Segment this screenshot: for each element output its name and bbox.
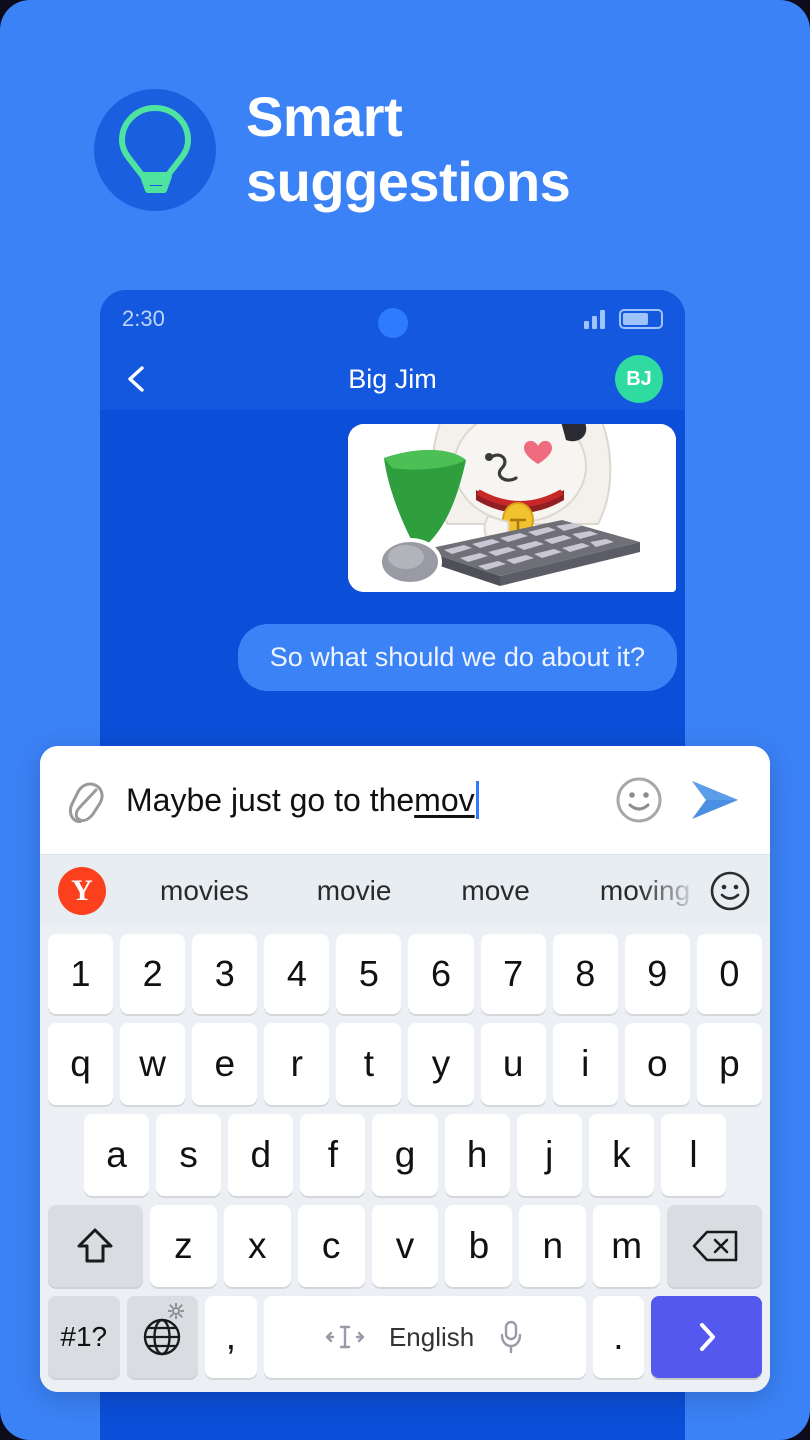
key-i[interactable]: i [552, 1023, 618, 1105]
key-m[interactable]: m [593, 1205, 661, 1287]
key-1[interactable]: 1 [48, 934, 114, 1014]
send-arrow-icon[interactable] [688, 777, 744, 823]
keyboard-row-home: a s d f g h j k l [46, 1114, 764, 1196]
suggestion-item[interactable]: movie [307, 875, 402, 907]
key-k[interactable]: k [588, 1114, 654, 1196]
keyboard-row-function: #1? , English . [46, 1296, 764, 1378]
status-icons [584, 309, 663, 329]
battery-icon [619, 309, 663, 329]
chat-messages: So what should we do about it? [100, 410, 685, 691]
comma-key[interactable]: , [205, 1296, 257, 1378]
chat-contact-name: Big Jim [348, 363, 437, 394]
key-9[interactable]: 9 [624, 934, 690, 1014]
cat-typing-sticker-art [348, 424, 676, 592]
microphone-icon [501, 1320, 522, 1354]
status-bar: 2:30 [100, 290, 685, 348]
key-n[interactable]: n [519, 1205, 587, 1287]
key-z[interactable]: z [149, 1205, 217, 1287]
key-s[interactable]: s [156, 1114, 222, 1196]
key-5[interactable]: 5 [336, 934, 402, 1014]
key-j[interactable]: j [516, 1114, 582, 1196]
backspace-icon [692, 1230, 737, 1262]
message-composing-text: mov [414, 781, 475, 818]
text-caret [475, 781, 479, 819]
key-v[interactable]: v [371, 1205, 439, 1287]
avatar[interactable]: BJ [615, 355, 663, 403]
key-r[interactable]: r [264, 1023, 330, 1105]
enter-chevron-icon [699, 1323, 715, 1351]
paperclip-icon[interactable] [66, 777, 106, 823]
key-q[interactable]: q [48, 1023, 114, 1105]
message-committed-text: Maybe just go to the [126, 781, 415, 818]
gear-icon [168, 1303, 185, 1319]
keyboard-keys: 1 2 3 4 5 6 7 8 9 0 q w e r t y u i o p … [40, 926, 770, 1392]
key-b[interactable]: b [445, 1205, 513, 1287]
shift-arrow-icon [77, 1228, 113, 1263]
cursor-move-icon [325, 1325, 365, 1349]
suggestion-bar: Y movies movie move moving [40, 854, 770, 926]
lightbulb-badge [94, 88, 216, 211]
key-u[interactable]: u [480, 1023, 546, 1105]
key-a[interactable]: a [84, 1114, 150, 1196]
back-chevron-icon[interactable] [122, 364, 152, 394]
keyboard-row-top: q w e r t y u i o p [46, 1023, 764, 1105]
promo-title: Smart suggestions [246, 85, 571, 213]
lightbulb-icon [119, 104, 191, 193]
key-x[interactable]: x [223, 1205, 291, 1287]
language-globe-key[interactable] [126, 1296, 199, 1378]
space-key[interactable]: English [263, 1296, 586, 1378]
promo-header: Smart suggestions [94, 85, 571, 215]
key-8[interactable]: 8 [552, 934, 618, 1014]
key-l[interactable]: l [660, 1114, 726, 1196]
key-0[interactable]: 0 [696, 934, 762, 1014]
key-h[interactable]: h [444, 1114, 510, 1196]
period-key[interactable]: . [592, 1296, 645, 1378]
smiley-icon[interactable] [614, 775, 664, 825]
suggestion-item[interactable]: move [451, 875, 539, 907]
chat-header: Big Jim BJ [100, 348, 685, 410]
compose-bar: Maybe just go to the mov [40, 746, 770, 854]
key-d[interactable]: d [228, 1114, 294, 1196]
key-c[interactable]: c [297, 1205, 365, 1287]
status-time: 2:30 [122, 306, 165, 331]
enter-key[interactable] [651, 1296, 762, 1378]
key-2[interactable]: 2 [120, 934, 186, 1014]
promo-screen: Smart suggestions 2:30 Big Jim BJ So wha… [0, 0, 810, 1440]
key-3[interactable]: 3 [192, 934, 258, 1014]
symbols-key[interactable]: #1? [48, 1296, 120, 1378]
globe-icon [144, 1318, 181, 1356]
key-7[interactable]: 7 [480, 934, 546, 1014]
message-input[interactable]: Maybe just go to the mov [116, 781, 604, 819]
key-w[interactable]: w [120, 1023, 186, 1105]
key-y[interactable]: y [408, 1023, 474, 1105]
key-6[interactable]: 6 [408, 934, 474, 1014]
key-o[interactable]: o [624, 1023, 690, 1105]
suggestion-list: movies movie move moving [106, 875, 698, 907]
keyboard-row-bottom: z x c v b n m [46, 1205, 764, 1287]
key-f[interactable]: f [300, 1114, 366, 1196]
backspace-key[interactable] [667, 1205, 763, 1287]
smiley-outline-icon[interactable] [708, 869, 752, 913]
cat-typing-sticker[interactable] [348, 424, 676, 592]
key-p[interactable]: p [696, 1023, 762, 1105]
space-key-label: English [388, 1321, 475, 1352]
suggestion-item[interactable]: moving [590, 875, 698, 907]
yandex-logo-icon[interactable]: Y [58, 866, 106, 915]
suggestion-item[interactable]: movies [150, 875, 259, 907]
key-4[interactable]: 4 [264, 934, 330, 1014]
keyboard-row-numbers: 1 2 3 4 5 6 7 8 9 0 [46, 934, 764, 1014]
key-e[interactable]: e [192, 1023, 258, 1105]
keyboard-panel: Maybe just go to the mov Y movies movie … [40, 746, 770, 1392]
chat-bubble-outgoing: So what should we do about it? [237, 624, 677, 691]
key-t[interactable]: t [336, 1023, 402, 1105]
signal-bars-icon [584, 309, 605, 329]
shift-key[interactable] [48, 1205, 143, 1287]
camera-notch-dot [377, 308, 408, 338]
key-g[interactable]: g [372, 1114, 438, 1196]
